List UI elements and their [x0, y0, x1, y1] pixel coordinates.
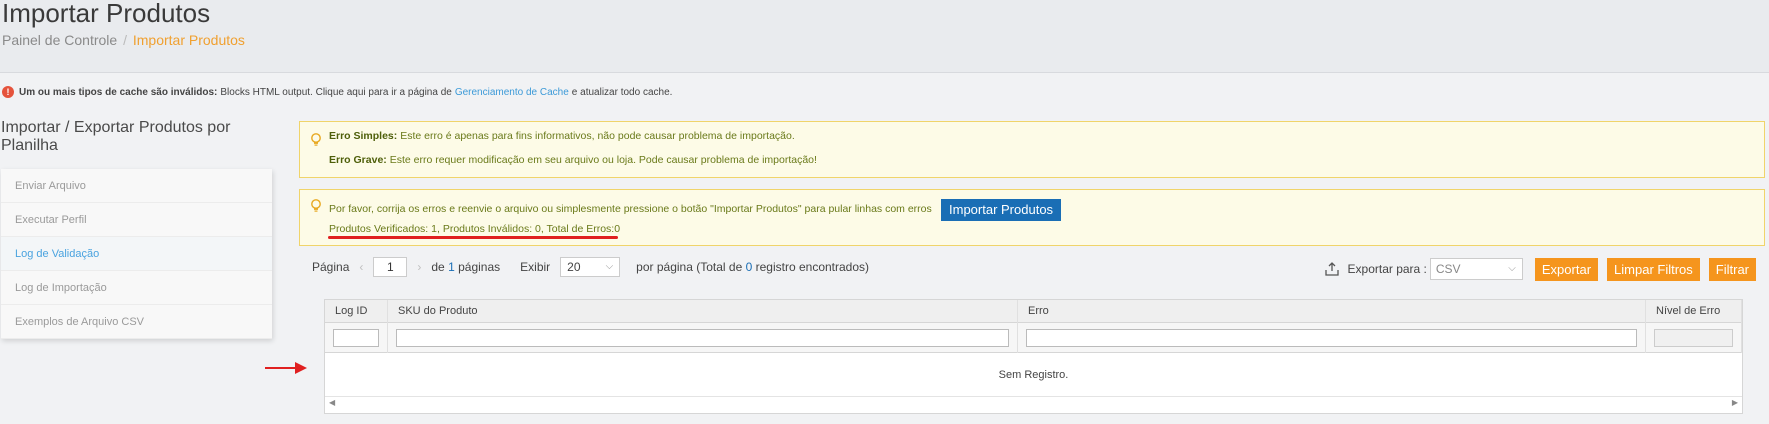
- column-header-erro[interactable]: Erro: [1018, 300, 1646, 323]
- sidebar-item-log-validacao[interactable]: Log de Validação: [1, 237, 272, 271]
- show-label: Exibir: [520, 260, 551, 274]
- cache-warning-text: Blocks HTML output. Clique aqui para ir …: [220, 86, 452, 98]
- records-text: registro encontrados): [755, 260, 870, 274]
- simple-error-text: Este erro é apenas para fins informativo…: [400, 130, 795, 142]
- erro-filter-input[interactable]: [1026, 329, 1637, 347]
- error-icon: !: [2, 86, 14, 98]
- total-records: 0: [745, 260, 753, 274]
- per-page-value: 20: [567, 260, 581, 274]
- breadcrumb-separator: /: [123, 32, 127, 48]
- export-label: Exportar para :: [1347, 262, 1427, 276]
- total-pages: 1: [448, 260, 455, 274]
- grave-error-line: Erro Grave: Este erro requer modificação…: [329, 154, 817, 166]
- error-types-notice: Erro Simples: Este erro é apenas para fi…: [299, 121, 1765, 178]
- chevron-down-icon: ⌵: [1508, 263, 1516, 274]
- annotation-arrow-icon: [265, 362, 309, 374]
- import-instruction-text: Por favor, corrija os erros e reenvie o …: [329, 203, 932, 215]
- sidebar-menu: Enviar Arquivo Executar Perfil Log de Va…: [1, 169, 272, 339]
- page-label: Página: [312, 260, 350, 274]
- per-page-text: por página (Total de: [636, 260, 743, 274]
- upload-icon: [1324, 261, 1340, 277]
- export-toolbar: Exportar para : CSV ⌵ Exportar Limpar Fi…: [1324, 257, 1756, 281]
- scroll-left-icon[interactable]: ◀: [329, 398, 335, 407]
- pages-label: páginas: [458, 260, 501, 274]
- clear-filters-button[interactable]: Limpar Filtros: [1607, 257, 1700, 281]
- breadcrumb: Painel de Controle / Importar Produtos: [2, 32, 245, 48]
- cache-warning-suffix: e atualizar todo cache.: [571, 86, 673, 98]
- validation-log-grid: Log ID SKU do Produto Erro Nível de Erro…: [324, 299, 1743, 414]
- horizontal-scrollbar[interactable]: ◀ ▶: [325, 397, 1742, 413]
- next-page-icon[interactable]: ›: [417, 260, 421, 274]
- export-button[interactable]: Exportar: [1534, 257, 1599, 281]
- column-header-log-id[interactable]: Log ID: [325, 300, 388, 323]
- export-format-value: CSV: [1435, 262, 1461, 276]
- column-header-sku[interactable]: SKU do Produto: [388, 300, 1018, 323]
- simple-error-line: Erro Simples: Este erro é apenas para fi…: [329, 130, 795, 142]
- import-products-button[interactable]: Importar Produtos: [941, 199, 1062, 221]
- nivel-erro-filter-input[interactable]: [1654, 329, 1733, 347]
- lightbulb-icon: [310, 133, 322, 147]
- sidebar-item-executar-perfil[interactable]: Executar Perfil: [1, 203, 272, 237]
- simple-error-label: Erro Simples:: [329, 130, 398, 142]
- sku-filter-input[interactable]: [396, 329, 1009, 347]
- grave-error-text: Este erro requer modificação em seu arqu…: [389, 154, 817, 166]
- of-label: de: [431, 260, 445, 274]
- breadcrumb-current: Importar Produtos: [132, 32, 245, 48]
- sidebar-item-enviar-arquivo[interactable]: Enviar Arquivo: [1, 169, 272, 203]
- grid-filter-row: [325, 323, 1742, 353]
- cache-warning-bold: Um ou mais tipos de cache são inválidos:: [19, 86, 218, 98]
- per-page-select[interactable]: 20 ⌵: [560, 257, 621, 277]
- lightbulb-icon: [310, 199, 322, 213]
- sidebar-item-log-importacao[interactable]: Log de Importação: [1, 271, 272, 305]
- column-header-nivel-erro[interactable]: Nível de Erro: [1646, 300, 1742, 323]
- log-id-filter-input[interactable]: [333, 329, 379, 347]
- import-action-notice: Por favor, corrija os erros e reenvie o …: [299, 189, 1765, 246]
- sidebar-title: Importar / Exportar Produtos por Planilh…: [1, 119, 231, 154]
- validation-summary: Produtos Verificados: 1, Produtos Inváli…: [329, 223, 621, 235]
- scroll-right-icon[interactable]: ▶: [1732, 398, 1738, 407]
- chevron-down-icon: ⌵: [605, 261, 614, 272]
- empty-grid-message: Sem Registro.: [325, 353, 1742, 397]
- export-format-select[interactable]: CSV ⌵: [1429, 258, 1523, 280]
- page-number-input[interactable]: [373, 257, 408, 277]
- cache-management-link[interactable]: Gerenciamento de Cache: [455, 87, 569, 98]
- annotation-underline: [328, 236, 618, 239]
- breadcrumb-home[interactable]: Painel de Controle: [2, 32, 117, 48]
- grave-error-label: Erro Grave:: [329, 154, 387, 166]
- page-title: Importar Produtos: [2, 0, 211, 28]
- pager: Página ‹ › de 1 páginas Exibir 20 ⌵ por …: [312, 257, 869, 277]
- grid-header-row: Log ID SKU do Produto Erro Nível de Erro: [325, 300, 1742, 323]
- sidebar-item-exemplos-csv[interactable]: Exemplos de Arquivo CSV: [1, 305, 272, 339]
- cache-warning: ! Um ou mais tipos de cache são inválido…: [2, 86, 672, 98]
- filter-button[interactable]: Filtrar: [1708, 257, 1756, 281]
- page-header: Importar Produtos Painel de Controle / I…: [0, 0, 1769, 73]
- prev-page-icon[interactable]: ‹: [359, 260, 363, 274]
